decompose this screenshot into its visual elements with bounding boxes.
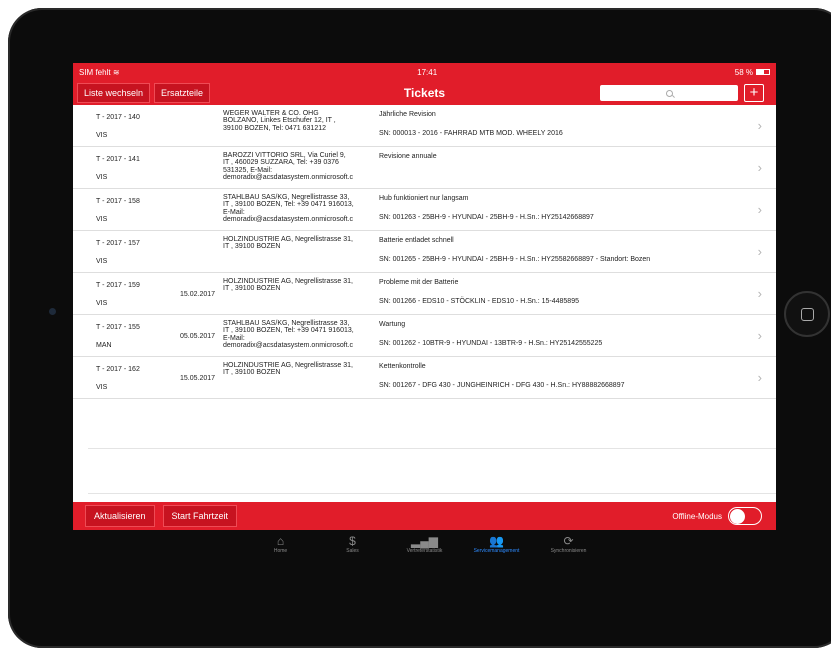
tab-servicemanagement[interactable]: 👥 Servicemanagement (461, 530, 533, 560)
chevron-right-icon: › (757, 202, 762, 217)
ticket-customer: HOLZINDUSTRIE AG, Negrellistrasse 31, IT… (223, 236, 353, 251)
plus-icon: + (749, 84, 759, 101)
search-input[interactable] (600, 85, 738, 101)
ticket-date (180, 189, 226, 231)
ticket-id: T - 2017 - 158 (96, 198, 140, 205)
chevron-right-icon: › (757, 160, 762, 175)
ticket-title: Probleme mit der Batterie (379, 279, 459, 286)
ticket-id: T - 2017 - 140 (96, 114, 140, 121)
ticket-date: 05.05.2017 (180, 332, 216, 340)
chevron-right-icon: › (757, 118, 762, 133)
battery-percent: 58 % (734, 67, 753, 77)
spare-parts-button[interactable]: Ersatzteile (154, 83, 211, 103)
ticket-title: Revisione annuale (379, 153, 437, 160)
bar-chart-icon: ▂▄▆ (411, 533, 438, 548)
dollar-icon: $ (349, 533, 356, 548)
status-bar: SIM fehlt ≋ 17:41 58 % (73, 63, 776, 81)
search-field[interactable] (600, 85, 738, 101)
ticket-serial: SN: 001266 - EDS10 - STÖCKLIN - EDS10 - … (379, 298, 579, 305)
ticket-title: Hub funktioniert nur langsam (379, 195, 469, 202)
ticket-customer: HOLZINDUSTRIE AG, Negrellistrasse 31, IT… (223, 278, 353, 293)
ticket-title: Wartung (379, 321, 406, 328)
ticket-type: VIS (96, 384, 108, 391)
offline-mode-label: Offline-Modus (672, 511, 722, 521)
ticket-date (180, 105, 226, 147)
ticket-title: Batterie entladet schnell (379, 237, 454, 244)
start-travel-time-button[interactable]: Start Fahrtzeit (162, 505, 238, 527)
tab-label: Servicemanagement (473, 548, 520, 554)
ticket-list: T - 2017 - 140 VIS WEGER WALTER & CO. OHG … (73, 105, 776, 399)
toggle-knob (730, 508, 745, 524)
chevron-right-icon: › (757, 244, 762, 259)
ticket-customer: HOLZINDUSTRIE AG, Negrellistrasse 31, IT… (223, 362, 353, 377)
list-divider (88, 448, 776, 449)
ticket-id: T - 2017 - 141 (96, 156, 140, 163)
tab-label: Home (273, 548, 288, 554)
tab-label: Sales (346, 548, 359, 554)
ticket-row[interactable]: T - 2017 - 157 VIS HOLZINDUSTRIE AG, Negre… (73, 231, 776, 273)
offline-mode-toggle[interactable] (728, 507, 762, 525)
sync-icon: ⟳ (563, 533, 574, 548)
battery-icon (756, 69, 770, 75)
ticket-serial: SN: 001267 - DFG 430 - JUNGHEINRICH - DF… (379, 382, 625, 389)
clock: 17:41 (417, 67, 438, 77)
ticket-serial: SN: 001262 - 10BTR-9 - HYUNDAI - 13BTR-9… (379, 340, 603, 347)
ticket-row[interactable]: T - 2017 - 140 VIS WEGER WALTER & CO. OHG … (73, 105, 776, 147)
ticket-type: VIS (96, 216, 108, 223)
ticket-row[interactable]: T - 2017 - 158 VIS STAHLBAU SAS/KG, Negrel… (73, 189, 776, 231)
ticket-row[interactable]: T - 2017 - 141 VIS BAROZZI VITTORIO SRL, V… (73, 147, 776, 189)
carrier-label: SIM fehlt (79, 67, 111, 77)
screen: SIM fehlt ≋ 17:41 58 % Liste wechseln Er… (73, 63, 776, 560)
ticket-type: MAN (96, 342, 112, 349)
tab-label: Vertreterstatistik (406, 548, 443, 554)
people-icon: 👥 (489, 533, 504, 548)
ticket-date (180, 147, 226, 189)
tab-vertreterstatistik[interactable]: ▂▄▆ Vertreterstatistik (389, 530, 461, 560)
ticket-row[interactable]: T - 2017 - 155 MAN 05.05.2017 STAHLBAU SAS/… (73, 315, 776, 357)
wifi-icon: ≋ (112, 67, 120, 77)
ticket-date: 15.05.2017 (180, 374, 216, 382)
ticket-type: VIS (96, 132, 108, 139)
chevron-right-icon: › (757, 286, 762, 301)
ticket-type: VIS (96, 258, 108, 265)
ticket-customer: WEGER WALTER & CO. OHG BOLZANO, Linkes E… (223, 110, 336, 132)
ticket-customer: STAHLBAU SAS/KG, Negrellistrasse 33, IT … (223, 194, 354, 224)
chevron-right-icon: › (757, 370, 762, 385)
ticket-serial: SN: 000013 - 2016 - FAHRRAD MTB MOD. WHE… (379, 130, 563, 137)
chevron-right-icon: › (757, 328, 762, 343)
home-button[interactable] (784, 291, 830, 337)
ticket-type: VIS (96, 300, 108, 307)
ticket-id: T - 2017 - 162 (96, 366, 140, 373)
ticket-date: 15.02.2017 (180, 290, 216, 298)
home-icon: ⌂ (276, 533, 285, 548)
add-ticket-button[interactable]: + (744, 84, 764, 102)
ticket-serial: SN: 001265 - 25BH-9 - HYUNDAI - 25BH-9 -… (379, 256, 651, 263)
ticket-customer: STAHLBAU SAS/KG, Negrellistrasse 33, IT … (223, 320, 354, 350)
ticket-id: T - 2017 - 159 (96, 282, 140, 289)
ticket-date (180, 231, 226, 273)
ticket-id: T - 2017 - 157 (96, 240, 140, 247)
list-divider (88, 493, 776, 494)
ticket-title: Jährliche Revision (379, 111, 436, 118)
ticket-id: T - 2017 - 155 (96, 324, 140, 331)
switch-list-button[interactable]: Liste wechseln (77, 83, 151, 103)
camera-lens (49, 308, 56, 315)
tab-bar: ⌂ Home $ Sales ▂▄▆ Vertreterstatistik 👥 Service… (73, 530, 776, 560)
ticket-type: VIS (96, 174, 108, 181)
ticket-serial: SN: 001263 - 25BH-9 - HYUNDAI - 25BH-9 -… (379, 214, 594, 221)
tab-label: Synchronisieren (550, 548, 587, 554)
nav-bar: Liste wechseln Ersatzteile Tickets + (73, 81, 776, 105)
bottom-toolbar: Aktualisieren Start Fahrtzeit Offline-Mo… (73, 502, 776, 530)
ticket-row[interactable]: T - 2017 - 162 VIS 15.05.2017 HOLZINDUSTRIE… (73, 357, 776, 399)
ticket-title: Kettenkontrolle (379, 363, 426, 370)
tab-home[interactable]: ⌂ Home (245, 530, 317, 560)
tablet-frame: SIM fehlt ≋ 17:41 58 % Liste wechseln Er… (8, 8, 831, 648)
tab-synchronisieren[interactable]: ⟳ Synchronisieren (533, 530, 605, 560)
ticket-customer: BAROZZI VITTORIO SRL, Via Curiel 9, IT ,… (223, 152, 354, 182)
ticket-row[interactable]: T - 2017 - 159 VIS 15.02.2017 HOLZINDUSTRIE… (73, 273, 776, 315)
refresh-button[interactable]: Aktualisieren (85, 505, 155, 527)
tab-sales[interactable]: $ Sales (317, 530, 389, 560)
